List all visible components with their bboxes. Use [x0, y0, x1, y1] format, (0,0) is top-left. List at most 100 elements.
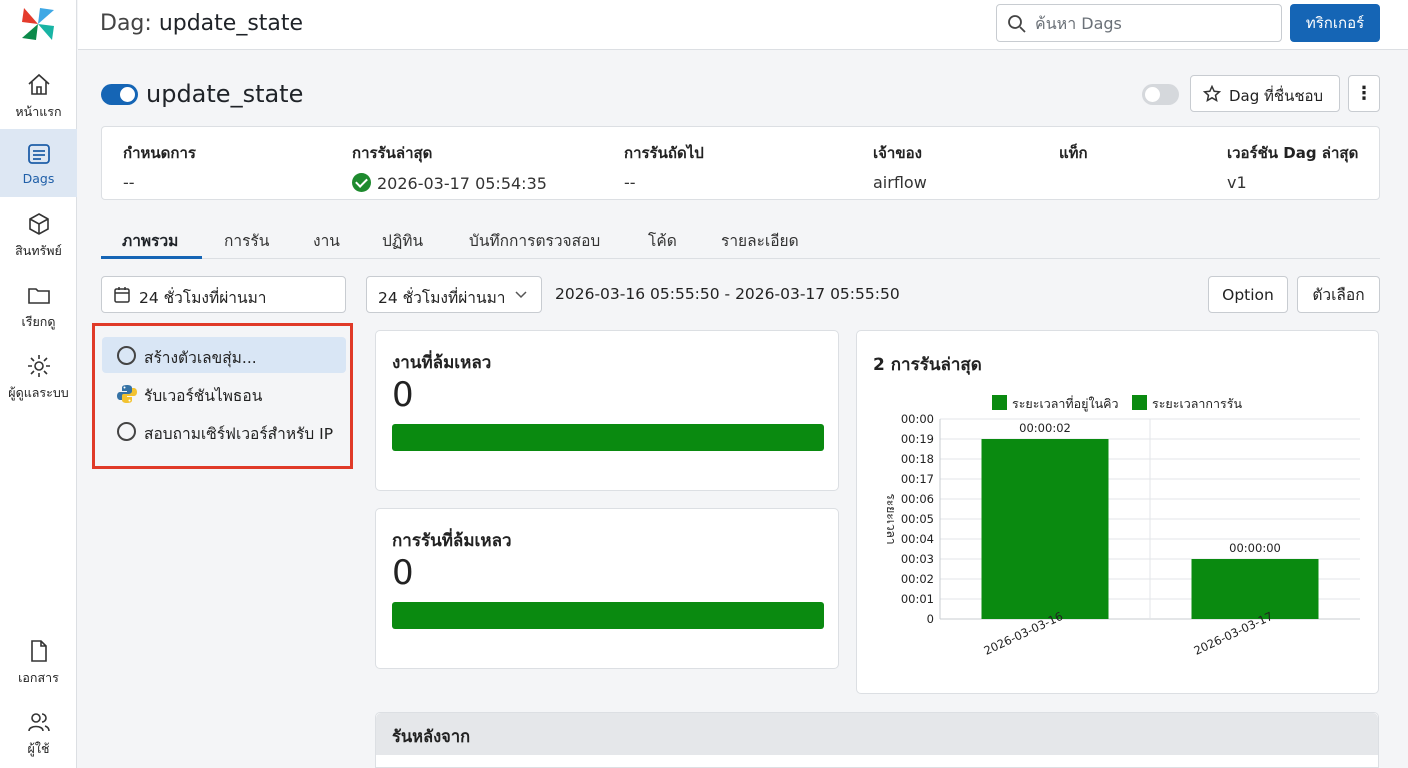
info-key: การรันถัดไป [624, 144, 704, 162]
failed-runs-card: การรันที่ล้มเหลว 0 [375, 508, 839, 669]
star-icon [1203, 85, 1221, 103]
info-tags: แท็ก [1059, 141, 1088, 173]
sidebar-item-label: ผู้ดูแลระบบ [8, 385, 69, 400]
y-tick-label: 00:17 [901, 472, 934, 486]
tab-overview[interactable]: ภาพรวม [122, 228, 178, 253]
dag-secondary-toggle[interactable] [1142, 84, 1179, 105]
status-bar[interactable] [392, 602, 824, 629]
dag-info-strip: กำหนดการ -- การรันล่าสุด 2026-03-17 05:5… [101, 126, 1380, 200]
legend-swatch [992, 395, 1007, 410]
gear-icon [27, 355, 50, 377]
sidebar-item-label: หน้าแรก [15, 104, 62, 119]
airflow-logo[interactable] [18, 4, 58, 44]
folder-icon [27, 288, 50, 304]
favorite-label: Dag ที่ชื่นชอบ [1229, 87, 1324, 105]
legend-swatch [1132, 395, 1147, 410]
info-value: -- [624, 173, 636, 192]
y-tick-label: 00:19 [901, 432, 934, 446]
section-header: รันหลังจาก [376, 713, 1378, 755]
y-tick-label: 00:05 [901, 512, 934, 526]
home-icon [27, 73, 50, 95]
task-label: สร้างตัวเลขสุ่ม... [144, 349, 257, 367]
dags-icon [27, 144, 50, 164]
y-tick-label: 00:04 [901, 532, 934, 546]
tab-code[interactable]: โค้ด [648, 228, 677, 253]
sidebar-item-admin[interactable]: ผู้ดูแลระบบ [0, 341, 77, 409]
failed-tasks-card: งานที่ล้มเหลว 0 [375, 330, 839, 491]
info-key: แท็ก [1059, 144, 1088, 162]
status-bar[interactable] [392, 424, 824, 451]
time-range-select[interactable]: 24 ชั่วโมงที่ผ่านมา [366, 276, 542, 313]
info-value: 2026-03-17 05:54:35 [377, 174, 547, 193]
success-check-icon [352, 173, 371, 192]
sidebar-item-label: ผู้ใช้ [27, 741, 50, 756]
task-list-highlight: สร้างตัวเลขสุ่ม... รับเวอร์ชันไพธอน สอบถ… [92, 323, 353, 469]
info-key: เวอร์ชัน Dag ล่าสุด [1227, 144, 1359, 162]
sidebar-item-dags[interactable]: Dags [0, 129, 77, 197]
sidebar-item-docs[interactable]: เอกสาร [0, 626, 77, 694]
y-axis-label: ระยะเวลา [884, 493, 898, 544]
sidebar-item-browse[interactable]: เรียกดู [0, 270, 77, 338]
card-title: การรันที่ล้มเหลว [392, 531, 512, 551]
chart-bar [981, 439, 1109, 619]
bar-data-label: 00:00:02 [1019, 421, 1071, 435]
tab-calendar[interactable]: ปฏิทิน [382, 228, 423, 253]
task-label: สอบถามเซิร์ฟเวอร์สำหรับ IP [144, 425, 334, 443]
legend-label: ระยะเวลาที่อยู่ในคิว [1012, 395, 1119, 412]
y-tick-label: 00:00 [901, 412, 934, 426]
info-next-run: การรันถัดไป -- [624, 141, 704, 192]
tab-audit-log[interactable]: บันทึกการตรวจสอบ [469, 228, 600, 253]
tab-tasks[interactable]: งาน [313, 228, 340, 253]
y-tick-label: 00:01 [901, 592, 934, 606]
info-latest-run: การรันล่าสุด 2026-03-17 05:54:35 [352, 141, 547, 193]
task-item[interactable]: สอบถามเซิร์ฟเวอร์สำหรับ IP [102, 413, 346, 449]
info-key: เจ้าของ [873, 144, 922, 162]
favorite-dag-button[interactable]: Dag ที่ชื่นชอบ [1190, 75, 1340, 112]
task-label: รับเวอร์ชันไพธอน [144, 387, 263, 405]
legend-label: ระยะเวลาการรัน [1152, 396, 1242, 411]
bar-data-label: 00:00:00 [1229, 541, 1281, 555]
info-value-wrap[interactable]: 2026-03-17 05:54:35 [352, 173, 547, 193]
search-box[interactable] [996, 4, 1282, 42]
run-after-section: รันหลังจาก [375, 712, 1379, 768]
info-owner: เจ้าของ airflow [873, 141, 927, 192]
tab-runs[interactable]: การรัน [224, 228, 269, 253]
sidebar-item-label: สินทรัพย์ [15, 243, 62, 258]
card-value: 0 [392, 375, 414, 415]
option-button[interactable]: Option [1208, 276, 1288, 313]
circle-icon [117, 346, 136, 365]
info-value: airflow [873, 173, 927, 192]
page-title-dag-id: update_state [158, 11, 304, 36]
trigger-button[interactable]: ทริกเกอร์ [1290, 4, 1380, 42]
y-tick-label: 00:02 [901, 572, 934, 586]
info-key: กำหนดการ [123, 144, 196, 162]
sidebar-item-home[interactable]: หน้าแรก [0, 60, 77, 128]
tab-details[interactable]: รายละเอียด [721, 228, 799, 253]
chart-bar [1191, 559, 1319, 619]
sidebar-item-label: เรียกดู [21, 314, 56, 329]
users-icon [27, 713, 50, 732]
options-button[interactable]: ตัวเลือก [1297, 276, 1380, 313]
task-item[interactable]: สร้างตัวเลขสุ่ม... [102, 337, 346, 373]
card-title: งานที่ล้มเหลว [392, 353, 492, 373]
date-range-button[interactable]: 24 ชั่วโมงที่ผ่านมา [101, 276, 346, 313]
recent-runs-chart-card: 2 การรันล่าสุด ระยะเวลาที่อยู่ในคิว ระยะเ… [856, 330, 1379, 694]
dag-tabs: ภาพรวม การรัน งาน ปฏิทิน บันทึกการตรวจสอ… [101, 222, 1380, 259]
python-icon [117, 385, 137, 403]
y-tick-label: 00:06 [901, 492, 934, 506]
search-input[interactable] [1035, 5, 1275, 41]
sidebar-item-assets[interactable]: สินทรัพย์ [0, 199, 77, 267]
sidebar-item-user[interactable]: ผู้ใช้ [0, 697, 77, 765]
box-icon [28, 213, 49, 235]
sidebar-item-label: Dags [22, 171, 55, 186]
circle-icon [117, 422, 136, 441]
dag-active-toggle[interactable] [101, 84, 138, 105]
time-range-value: 24 ชั่วโมงที่ผ่านมา [378, 289, 506, 307]
page-title: Dag: update_state [100, 11, 303, 36]
task-item[interactable]: รับเวอร์ชันไพธอน [102, 375, 346, 411]
info-latest-version: เวอร์ชัน Dag ล่าสุด v1 [1227, 141, 1358, 192]
y-tick-label: 00:03 [901, 552, 934, 566]
recent-runs-chart: ระยะเวลาที่อยู่ในคิว ระยะเวลาการรัน 00:00 0… [884, 395, 1360, 658]
date-range-label: 24 ชั่วโมงที่ผ่านมา [139, 289, 267, 307]
more-options-button[interactable]: ⋮ [1348, 75, 1380, 112]
